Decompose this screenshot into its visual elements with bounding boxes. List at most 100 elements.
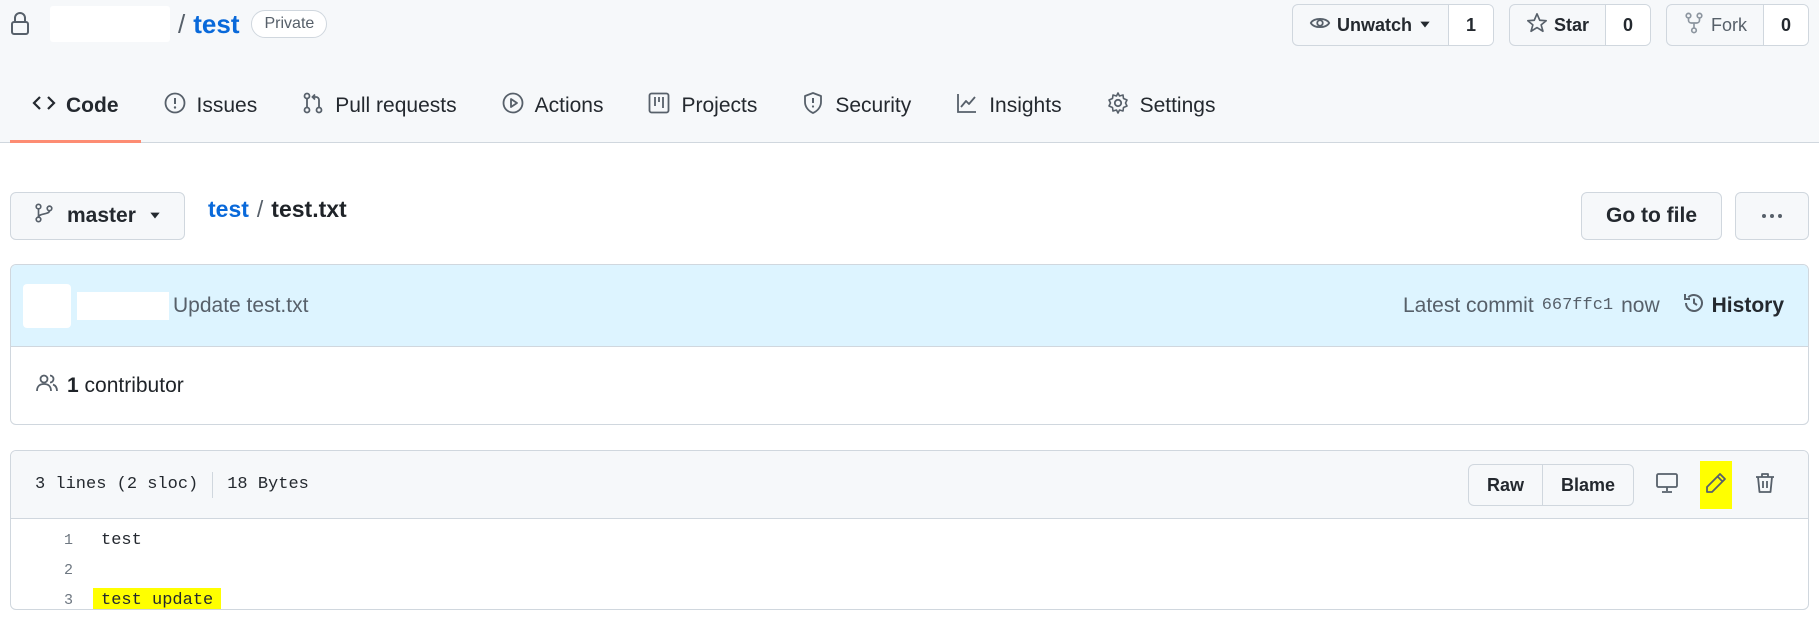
project-icon: [647, 91, 671, 121]
file-info: 3 lines (2 sloc) 18 Bytes: [35, 471, 309, 498]
caret-down-icon: [1418, 15, 1432, 36]
branch-icon: [33, 202, 55, 230]
line-number[interactable]: 2: [11, 562, 73, 579]
tab-code-label: Code: [66, 94, 119, 117]
tab-security[interactable]: Security: [779, 70, 933, 142]
unwatch-button[interactable]: Unwatch: [1293, 5, 1449, 45]
owner-name-redacted[interactable]: [50, 6, 170, 42]
repo-tabs: Code Issues Pull requests Actions Projec…: [10, 70, 1238, 143]
eye-icon: [1309, 12, 1331, 39]
line-content: test: [101, 530, 142, 550]
pencil-icon: [1704, 471, 1728, 500]
delete-file-button[interactable]: [1746, 461, 1784, 509]
history-link[interactable]: History: [1682, 291, 1784, 321]
star-icon: [1526, 12, 1548, 39]
go-to-file-button[interactable]: Go to file: [1581, 192, 1722, 240]
graph-icon: [955, 91, 979, 121]
tab-insights-label: Insights: [989, 94, 1062, 117]
contributors-row[interactable]: 1 contributor: [11, 347, 1808, 424]
raw-blame-group: Raw Blame: [1467, 464, 1634, 506]
file-navigation: master test / test.txt Go to file: [10, 192, 1809, 240]
star-button-group: Star 0: [1508, 4, 1651, 46]
tab-settings[interactable]: Settings: [1084, 70, 1238, 142]
code-line: 1 test: [11, 525, 1808, 555]
tab-issues[interactable]: Issues: [141, 70, 280, 142]
caret-down-icon: [148, 204, 162, 228]
file-size: 18 Bytes: [227, 475, 309, 494]
commit-message[interactable]: Update test.txt: [173, 294, 308, 318]
fork-label: Fork: [1711, 14, 1747, 35]
raw-button[interactable]: Raw: [1469, 465, 1542, 505]
issue-icon: [163, 91, 187, 121]
repo-name-link[interactable]: test: [193, 9, 239, 40]
latest-commit-box: Update test.txt Latest commit 667ffc1 no…: [10, 264, 1809, 425]
tab-code[interactable]: Code: [10, 70, 141, 143]
breadcrumb-file-name: test.txt: [271, 196, 347, 222]
fork-button[interactable]: Fork: [1667, 5, 1764, 45]
contributor-count: 1: [67, 374, 79, 397]
file-actions: Raw Blame: [1467, 461, 1784, 509]
fork-button-group: Fork 0: [1666, 4, 1809, 46]
tab-pull-requests[interactable]: Pull requests: [279, 70, 478, 142]
file-header: 3 lines (2 sloc) 18 Bytes Raw Blame: [11, 451, 1808, 519]
breadcrumb-repo-link[interactable]: test: [208, 196, 249, 223]
gear-icon: [1106, 91, 1130, 121]
open-desktop-button[interactable]: [1648, 461, 1686, 509]
tab-settings-label: Settings: [1139, 94, 1216, 117]
star-count[interactable]: 0: [1606, 5, 1650, 45]
commit-time: now: [1621, 293, 1660, 317]
tab-insights[interactable]: Insights: [933, 70, 1083, 142]
repo-title: / test Private: [10, 6, 328, 42]
contributor-label: contributor: [84, 374, 184, 397]
star-label: Star: [1553, 14, 1589, 35]
file-viewer: 3 lines (2 sloc) 18 Bytes Raw Blame 1 te…: [10, 450, 1809, 610]
trash-icon: [1753, 471, 1777, 500]
commit-sha-link[interactable]: 667ffc1: [1542, 296, 1613, 315]
visibility-badge: Private: [251, 10, 328, 38]
line-content-highlighted: test update: [93, 587, 222, 609]
pull-request-icon: [301, 91, 325, 121]
line-number[interactable]: 1: [11, 532, 73, 549]
avatar[interactable]: [23, 283, 71, 328]
fork-icon: [1683, 12, 1705, 39]
branch-name: master: [67, 204, 136, 227]
shield-icon: [801, 91, 825, 121]
code-line: 2: [11, 555, 1808, 585]
file-info-divider: [212, 471, 214, 498]
desktop-icon: [1655, 471, 1679, 500]
repo-actions: Unwatch 1 Star 0 Fork 0: [1291, 4, 1809, 46]
code-icon: [32, 91, 56, 121]
more-options-button[interactable]: [1735, 192, 1809, 240]
tab-actions-label: Actions: [534, 94, 604, 117]
commit-meta: Latest commit 667ffc1 now History: [1403, 291, 1784, 321]
code-line: 3 test update: [11, 585, 1808, 609]
tab-security-label: Security: [835, 94, 912, 117]
lock-icon: [10, 12, 30, 36]
tab-pull-requests-label: Pull requests: [335, 94, 457, 117]
edit-file-button[interactable]: [1700, 461, 1732, 509]
owner-separator: /: [178, 8, 186, 39]
unwatch-label: Unwatch: [1336, 14, 1412, 35]
tab-issues-label: Issues: [196, 94, 258, 117]
line-number[interactable]: 3: [11, 592, 73, 609]
star-button[interactable]: Star: [1510, 5, 1606, 45]
latest-commit-label: Latest commit: [1402, 293, 1534, 317]
watch-count[interactable]: 1: [1448, 5, 1493, 45]
tab-projects[interactable]: Projects: [625, 70, 779, 142]
blame-button[interactable]: Blame: [1541, 465, 1633, 505]
watch-button-group: Unwatch 1: [1291, 4, 1494, 46]
people-icon: [35, 371, 59, 401]
breadcrumb-separator: /: [256, 196, 264, 222]
tab-actions[interactable]: Actions: [479, 70, 626, 142]
fork-count[interactable]: 0: [1764, 5, 1808, 45]
history-icon: [1682, 291, 1706, 321]
repo-header: / test Private Unwatch 1 Star 0 Fork 0 C…: [0, 0, 1819, 143]
branch-selector[interactable]: master: [10, 192, 185, 240]
code-body: 1 test 2 3 test update: [11, 519, 1808, 609]
play-icon: [501, 91, 525, 121]
commit-row: Update test.txt Latest commit 667ffc1 no…: [11, 265, 1808, 347]
history-label: History: [1711, 293, 1784, 317]
file-lines-info: 3 lines (2 sloc): [35, 475, 199, 494]
commit-author-redacted[interactable]: [77, 291, 169, 320]
kebab-horizontal-icon: [1759, 207, 1785, 225]
